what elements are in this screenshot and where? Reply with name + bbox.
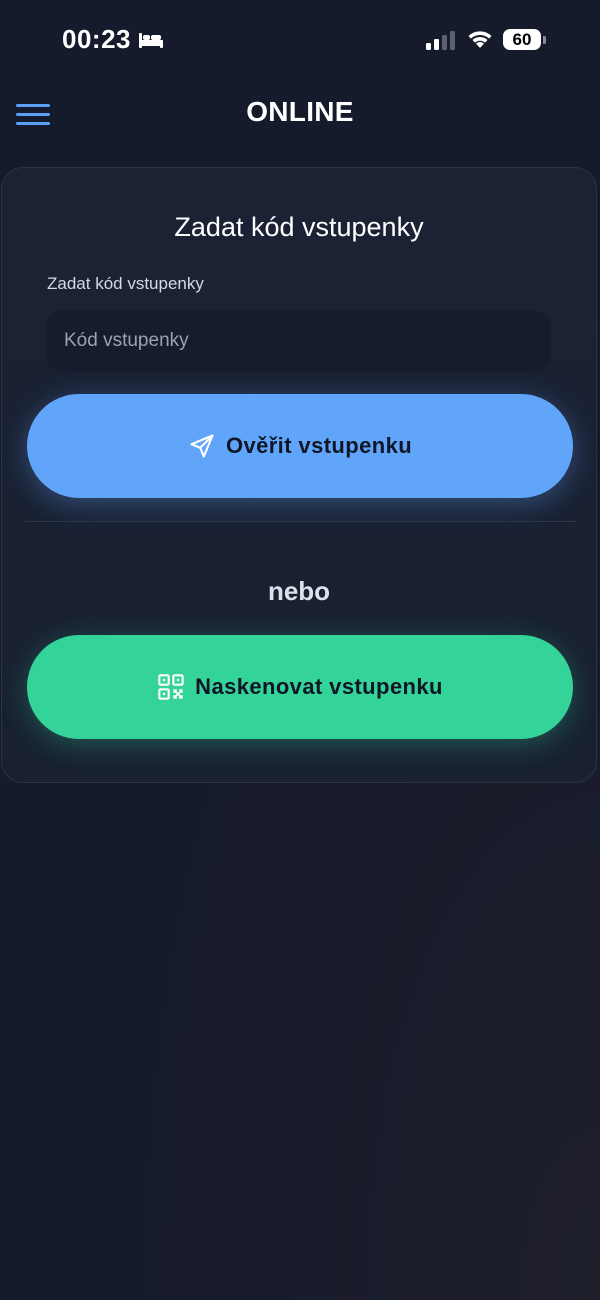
ticket-code-card: Zadat kód vstupenky Zadat kód vstupenky …	[1, 167, 597, 783]
app-header: ONLINE	[0, 84, 600, 144]
page-title: ONLINE	[246, 96, 354, 127]
verify-ticket-button[interactable]: Ověřit vstupenku	[27, 394, 573, 498]
divider	[25, 521, 577, 522]
bed-icon	[139, 33, 163, 48]
status-time: 00:23	[62, 24, 131, 54]
send-icon	[190, 434, 214, 458]
card-title: Zadat kód vstupenky	[174, 212, 424, 242]
cellular-signal-icon	[426, 31, 455, 50]
battery-level: 60	[512, 30, 532, 49]
battery-icon: 60	[503, 29, 549, 52]
status-bar: 00:23 60	[0, 0, 600, 80]
scan-ticket-button[interactable]: Naskenovat vstupenku	[27, 635, 573, 739]
ticket-code-input[interactable]	[46, 311, 551, 371]
wifi-icon	[468, 31, 492, 48]
qr-code-icon	[158, 674, 184, 700]
verify-button-label: Ověřit vstupenku	[225, 433, 413, 458]
battery-tip	[543, 36, 546, 44]
ticket-code-label: Zadat kód vstupenky	[47, 274, 204, 293]
scan-button-label: Naskenovat vstupenku	[195, 674, 443, 699]
or-separator-text: nebo	[267, 576, 331, 606]
